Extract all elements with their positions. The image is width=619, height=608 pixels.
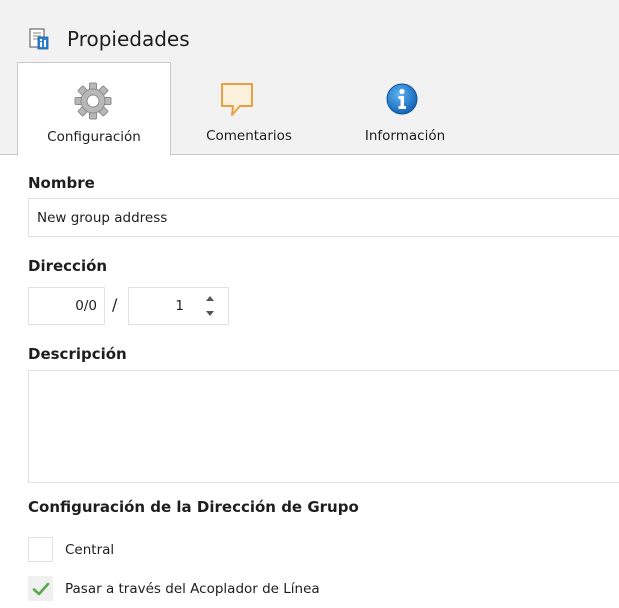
name-field[interactable]	[28, 198, 619, 237]
comment-bubble-icon	[221, 83, 253, 116]
info-icon	[386, 83, 418, 115]
properties-document-icon	[29, 28, 49, 50]
spin-down-icon[interactable]	[203, 309, 217, 319]
central-label: Central	[65, 542, 115, 558]
check-icon	[32, 582, 50, 596]
pass-through-checkbox[interactable]	[28, 576, 53, 601]
group-config-heading: Configuración de la Dirección de Grupo	[28, 498, 359, 516]
panel-header: Propiedades	[0, 0, 619, 62]
pass-through-label: Pasar a través del Acoplador de Línea	[65, 581, 320, 597]
central-checkbox[interactable]	[28, 537, 53, 562]
name-label: Nombre	[28, 174, 95, 192]
panel-title: Propiedades	[67, 27, 190, 51]
tab-label: Comentarios	[206, 128, 292, 144]
description-label: Descripción	[28, 345, 127, 363]
tab-informacion[interactable]: Información	[327, 62, 483, 155]
gear-icon	[74, 82, 112, 120]
spin-up-icon[interactable]	[203, 293, 217, 303]
tab-label: Información	[364, 128, 446, 144]
properties-panel: Propiedades Configuración Comentarios In…	[0, 0, 619, 608]
address-separator: /	[112, 295, 118, 314]
address-main-field[interactable]: 0/0	[28, 287, 105, 325]
tab-label: Configuración	[47, 129, 141, 145]
tab-configuracion[interactable]: Configuración	[17, 62, 171, 156]
description-field[interactable]	[28, 370, 619, 483]
tab-comentarios[interactable]: Comentarios	[171, 62, 327, 155]
address-label: Dirección	[28, 257, 108, 275]
